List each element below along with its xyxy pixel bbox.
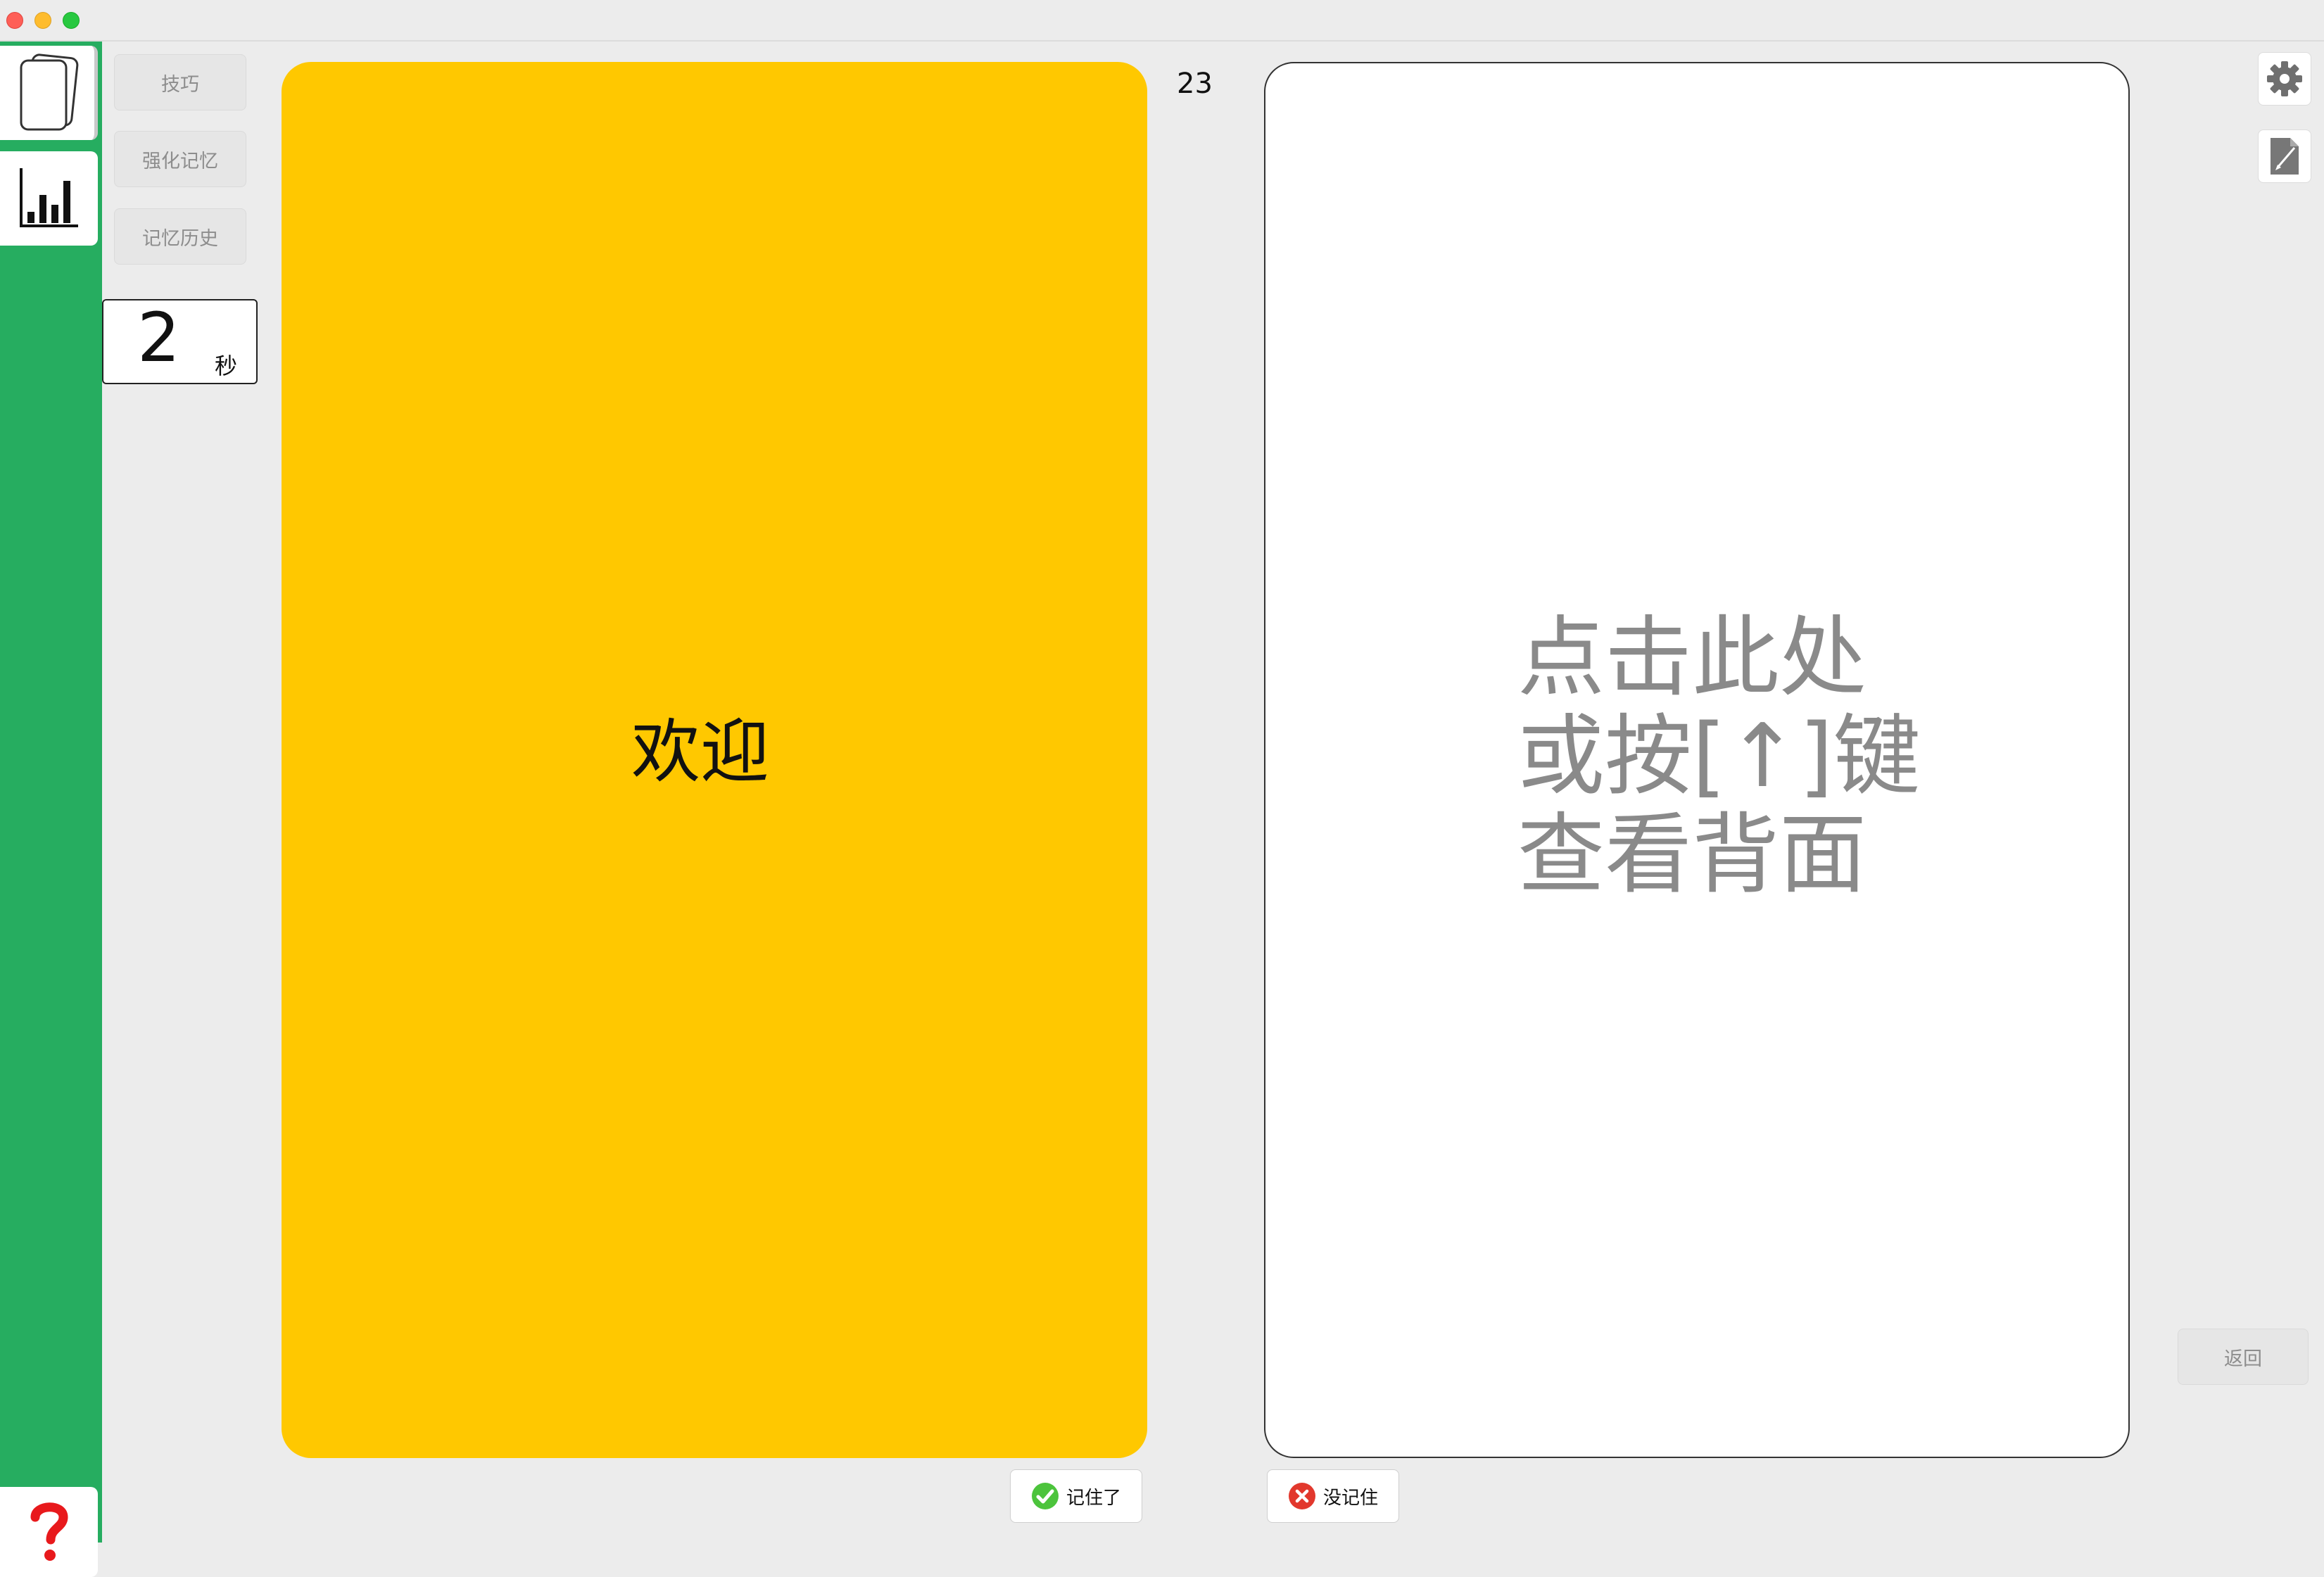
settings-button[interactable] bbox=[2258, 52, 2311, 106]
zoom-window-button[interactable] bbox=[63, 12, 80, 29]
cards-icon bbox=[20, 53, 79, 131]
memory-history-button[interactable]: 记忆历史 bbox=[114, 208, 246, 265]
card-front-text: 欢迎 bbox=[631, 712, 769, 792]
sidebar-item-cards[interactable] bbox=[0, 46, 98, 140]
help-button[interactable] bbox=[0, 1487, 98, 1577]
reinforce-memory-button[interactable]: 强化记忆 bbox=[114, 131, 246, 187]
forgot-label: 没记住 bbox=[1322, 1487, 1378, 1509]
gear-icon bbox=[2267, 61, 2302, 96]
tips-button[interactable]: 技巧 bbox=[114, 54, 246, 110]
card-front[interactable]: 欢迎 bbox=[282, 62, 1147, 1458]
back-button[interactable]: 返回 bbox=[2178, 1329, 2309, 1385]
edit-document-icon bbox=[2271, 138, 2299, 175]
forgot-button[interactable]: 没记住 bbox=[1267, 1469, 1399, 1523]
card-back-hint: 点击此处 或按[↑]键 查看背面 bbox=[1517, 607, 1921, 906]
timer-display: 2 秒 bbox=[102, 299, 258, 384]
check-circle-icon bbox=[1031, 1483, 1059, 1509]
bar-chart-icon bbox=[19, 168, 78, 227]
edit-card-button[interactable] bbox=[2258, 129, 2311, 183]
cross-circle-icon bbox=[1288, 1483, 1315, 1509]
timer-value: 2 bbox=[137, 298, 181, 377]
minimize-window-button[interactable] bbox=[34, 12, 51, 29]
timer-unit: 秒 bbox=[215, 353, 238, 379]
sidebar bbox=[0, 42, 102, 1577]
card-back[interactable]: 点击此处 或按[↑]键 查看背面 bbox=[1264, 62, 2130, 1458]
remembered-label: 记住了 bbox=[1066, 1487, 1121, 1509]
remembered-button[interactable]: 记住了 bbox=[1010, 1469, 1142, 1523]
question-mark-icon bbox=[30, 1502, 68, 1561]
card-counter: 23 bbox=[1177, 68, 1213, 100]
sidebar-item-statistics[interactable] bbox=[0, 151, 98, 246]
window-titlebar bbox=[0, 0, 2324, 42]
close-window-button[interactable] bbox=[6, 12, 23, 29]
